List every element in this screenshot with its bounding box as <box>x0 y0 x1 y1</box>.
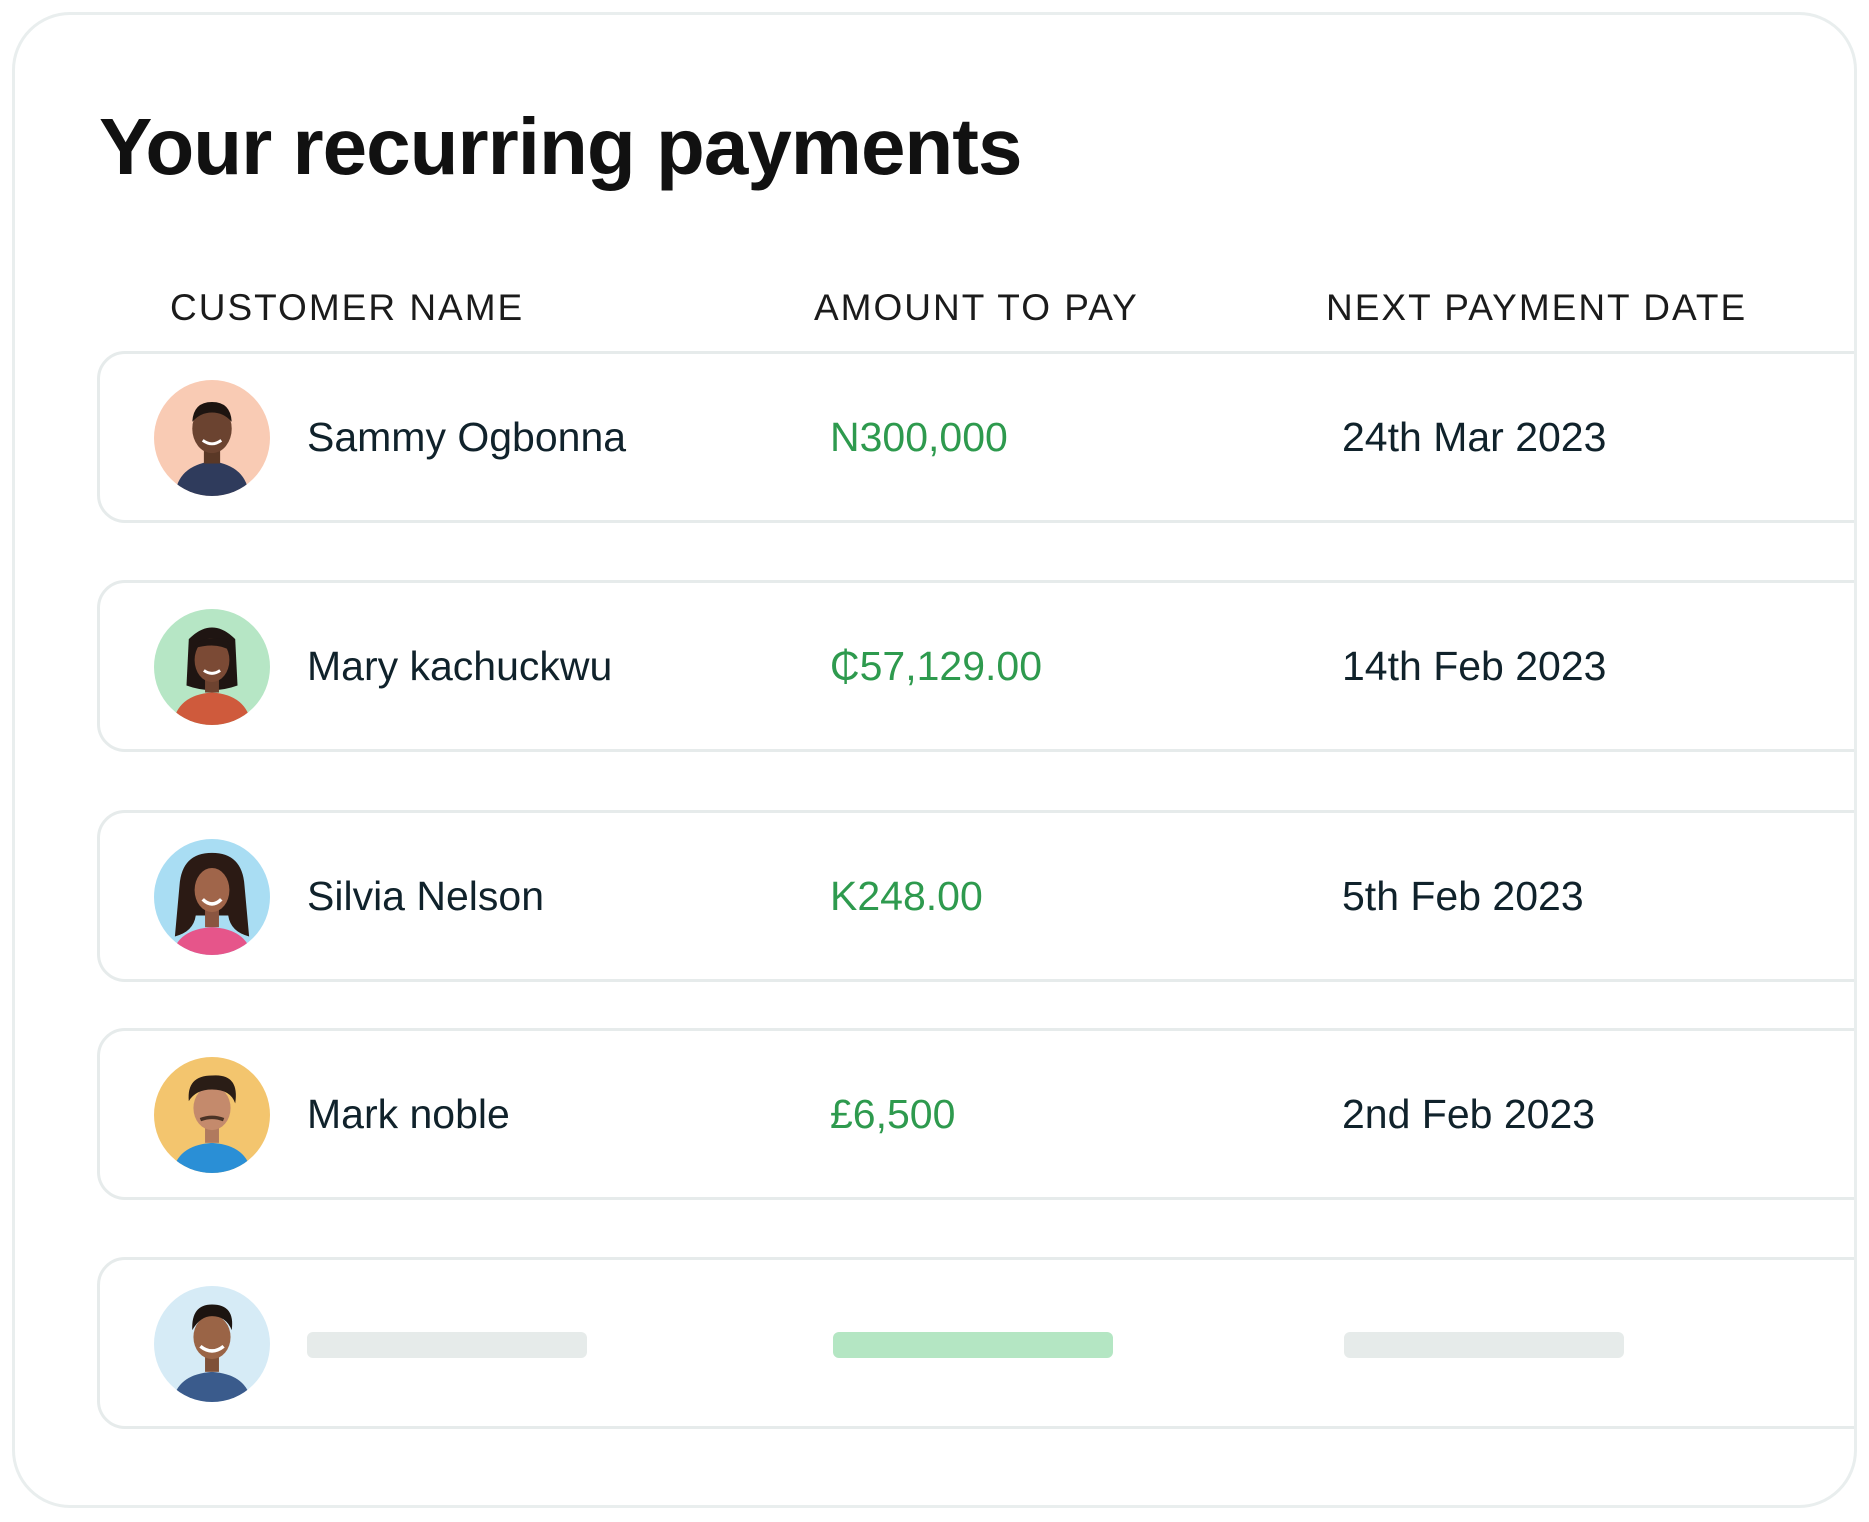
amount-to-pay: K248.00 <box>830 872 983 919</box>
amount-to-pay: ₵57,129.00 <box>830 642 1043 689</box>
payment-row[interactable]: Silvia Nelson K248.00 5th Feb 2023 <box>97 810 1854 982</box>
amount-skeleton-bar <box>833 1332 1113 1358</box>
avatar-photo-man-icon <box>154 1286 270 1402</box>
customer-name: Sammy Ogbonna <box>307 413 627 460</box>
column-header-customer-name: CUSTOMER NAME <box>170 287 525 328</box>
column-header-next-payment-date: NEXT PAYMENT DATE <box>1326 287 1748 328</box>
page-title: Your recurring payments <box>99 102 1022 191</box>
customer-name: Silvia Nelson <box>307 872 544 919</box>
payment-row[interactable]: Mark noble £6,500 2nd Feb 2023 <box>97 1028 1854 1200</box>
name-skeleton-bar <box>307 1332 587 1358</box>
avatar-photo-man-icon <box>154 380 270 496</box>
amount-to-pay: £6,500 <box>830 1090 956 1137</box>
date-skeleton-bar <box>1344 1332 1624 1358</box>
customer-avatar <box>154 839 270 955</box>
customer-name: Mark noble <box>307 1090 510 1137</box>
next-payment-date: 24th Mar 2023 <box>1342 413 1607 460</box>
avatar-photo-man-icon <box>154 1057 270 1173</box>
payment-row-placeholder <box>97 1257 1854 1429</box>
amount-to-pay: N300,000 <box>830 413 1008 460</box>
column-header-amount-to-pay: AMOUNT TO PAY <box>814 287 1139 328</box>
customer-avatar <box>154 1286 270 1402</box>
customer-avatar <box>154 609 270 725</box>
payment-row[interactable]: Mary kachuckwu ₵57,129.00 14th Feb 2023 <box>97 580 1854 752</box>
avatar-photo-woman-icon <box>154 839 270 955</box>
next-payment-date: 2nd Feb 2023 <box>1342 1090 1596 1137</box>
next-payment-date: 5th Feb 2023 <box>1342 872 1584 919</box>
next-payment-date: 14th Feb 2023 <box>1342 642 1607 689</box>
customer-avatar <box>154 1057 270 1173</box>
recurring-payments-card: Your recurring payments CUSTOMER NAME AM… <box>12 12 1857 1508</box>
avatar-photo-woman-icon <box>154 609 270 725</box>
customer-name: Mary kachuckwu <box>307 642 613 689</box>
customer-avatar <box>154 380 270 496</box>
payment-row[interactable]: Sammy Ogbonna N300,000 24th Mar 2023 <box>97 351 1854 523</box>
